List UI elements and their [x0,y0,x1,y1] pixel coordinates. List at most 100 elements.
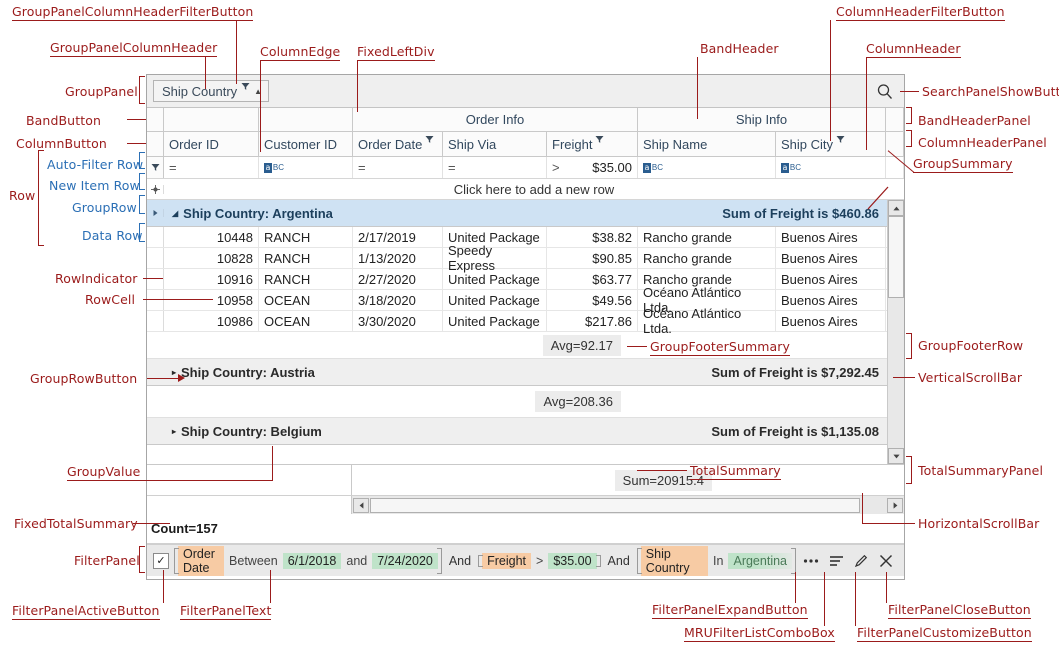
row-cell-order-id[interactable]: 10828 [164,248,259,268]
row-cell-ship-name[interactable]: Rancho grande [638,227,776,247]
scroll-down-button[interactable] [888,448,904,464]
group-row[interactable]: ▸ Ship Country: Belgium Sum of Freight i… [147,418,887,445]
auto-filter-cell-empty[interactable] [886,157,904,178]
auto-filter-cell-customer-id[interactable]: a BC [259,157,353,178]
band-header-order-info[interactable]: Order Info [353,108,638,131]
filter-panel-field[interactable]: Freight [482,552,531,569]
scroll-left-button[interactable] [353,497,369,513]
auto-filter-cell-ship-via[interactable]: = [443,157,547,178]
row-cell-ship-via[interactable]: United Package [443,269,547,289]
row-cell-ship-city[interactable]: Buenos Aires [776,269,886,289]
filter-panel-field[interactable]: Ship Country [640,545,709,576]
filter-condition-order-date[interactable]: Order Date Between 6/1/2018 and 7/24/202… [174,545,442,576]
row-cell-freight[interactable]: $63.77 [547,269,638,289]
scroll-up-button[interactable] [888,200,904,216]
row-cell-ship-city[interactable]: Buenos Aires [776,227,886,247]
filter-panel-expand-button[interactable] [801,551,821,571]
column-button[interactable] [147,132,164,156]
filter-panel[interactable]: ✓ Order Date Between 6/1/2018 and 7/24/2… [147,544,904,576]
row-cell-ship-name[interactable]: Océano Atlántico Ltda. [638,306,776,336]
search-panel-show-button[interactable] [874,81,896,103]
table-row[interactable]: 10916 RANCH 2/27/2020 United Package $63… [147,269,887,290]
row-cell-customer-id[interactable]: RANCH [259,227,353,247]
column-header-freight[interactable]: Freight [547,132,638,156]
filter-panel-field[interactable]: Order Date [178,545,225,576]
column-header-filter-button[interactable] [425,135,434,146]
row-cell-order-id[interactable]: 10986 [164,311,259,331]
filter-condition-freight[interactable]: Freight > $35.00 [478,552,602,569]
band-header[interactable] [259,108,353,131]
row-cell-order-id[interactable]: 10448 [164,227,259,247]
table-row[interactable]: 10986 OCEAN 3/30/2020 United Package $21… [147,306,887,336]
filter-panel-joiner[interactable]: And [447,554,473,568]
row-cell-ship-city[interactable]: Buenos Aires [776,248,886,268]
auto-filter-row[interactable]: = a BC = = > $35.00 a BC a BC [147,157,904,179]
horizontal-scroll-bar[interactable] [352,496,904,514]
auto-filter-cell-order-id[interactable]: = [164,157,259,178]
table-row[interactable]: 10828 RANCH 1/13/2020 Speedy Express $90… [147,243,887,273]
column-header-ship-name[interactable]: Ship Name [638,132,776,156]
auto-filter-cell-order-date[interactable]: = [353,157,443,178]
auto-filter-cell-ship-name[interactable]: a BC [638,157,776,178]
row-cell-customer-id[interactable]: OCEAN [259,290,353,310]
row-cell-order-date[interactable]: 3/18/2020 [353,290,443,310]
group-row[interactable]: ▸ Ship Country: Austria Sum of Freight i… [147,359,887,386]
row-cell-ship-city[interactable]: Buenos Aires [776,290,886,310]
vertical-scroll-bar[interactable] [887,200,904,464]
group-row-button[interactable]: ◢ [172,209,178,218]
row-cell-ship-via[interactable]: United Package [443,290,547,310]
column-header-customer-id[interactable]: Customer ID [259,132,353,156]
band-header[interactable] [886,108,904,131]
filter-condition-ship-country[interactable]: Ship Country In Argentina [636,545,796,576]
filter-panel-value[interactable]: 7/24/2020 [372,552,438,569]
filter-panel-customize-button[interactable] [851,551,871,571]
row-cell-order-date[interactable]: 3/30/2020 [353,311,443,331]
row-cell-ship-via[interactable]: Speedy Express [443,243,547,273]
row-cell-order-date[interactable]: 2/27/2020 [353,269,443,289]
column-header-filter-button[interactable] [595,135,604,146]
mru-filter-list-combo-box[interactable] [826,551,846,571]
filter-panel-value[interactable]: 6/1/2018 [282,552,342,569]
filter-panel-text[interactable]: In [713,554,723,568]
column-header-order-date[interactable]: Order Date [353,132,443,156]
group-panel-column-header[interactable]: Ship Country ▲ [153,80,270,102]
row-cell-freight[interactable]: $38.82 [547,227,638,247]
row-cell-customer-id[interactable]: OCEAN [259,311,353,331]
vertical-scroll-thumb[interactable] [888,216,904,298]
filter-panel-value[interactable]: $35.00 [548,552,597,569]
group-row-button[interactable]: ▸ [172,427,176,436]
column-header-order-id[interactable]: Order ID [164,132,259,156]
row-cell-ship-name[interactable]: Rancho grande [638,248,776,268]
group-row[interactable]: ◢ Ship Country: Argentina Sum of Freight… [147,200,887,227]
row-cell-freight[interactable]: $217.86 [547,311,638,331]
group-row-button[interactable]: ▸ [172,368,176,377]
auto-filter-cell-freight[interactable]: > $35.00 [547,157,638,178]
row-cell-order-date[interactable]: 2/17/2019 [353,227,443,247]
row-cell-order-id[interactable]: 10916 [164,269,259,289]
row-cell-customer-id[interactable]: RANCH [259,248,353,268]
scroll-right-button[interactable] [887,497,903,513]
filter-panel-text[interactable]: > [536,554,543,568]
column-header-ship-via[interactable]: Ship Via [443,132,547,156]
row-cell-customer-id[interactable]: RANCH [259,269,353,289]
filter-panel-close-button[interactable] [876,551,896,571]
filter-panel-joiner[interactable]: And [606,554,632,568]
band-header-ship-info[interactable]: Ship Info [638,108,886,131]
row-cell-order-date[interactable]: 1/13/2020 [353,248,443,268]
column-header-filter-button[interactable] [836,135,845,146]
row-cell-ship-via[interactable]: United Package [443,311,547,331]
filter-panel-value[interactable]: Argentina [728,552,792,569]
new-item-row[interactable]: Click here to add a new row [147,179,904,200]
filter-panel-active-button[interactable]: ✓ [153,552,169,569]
horizontal-scroll-thumb[interactable] [370,497,860,513]
group-panel-column-header-filter-button[interactable] [241,82,250,93]
row-cell-freight[interactable]: $90.85 [547,248,638,268]
filter-panel-text[interactable]: Between [229,554,278,568]
row-cell-ship-city[interactable]: Buenos Aires [776,311,886,331]
vertical-scroll-track[interactable] [888,216,904,448]
table-row[interactable]: 10958 OCEAN 3/18/2020 United Package $49… [147,285,887,315]
auto-filter-cell-ship-city[interactable]: a BC [776,157,886,178]
band-button[interactable] [147,108,164,131]
row-cell-freight[interactable]: $49.56 [547,290,638,310]
band-header[interactable] [164,108,259,131]
